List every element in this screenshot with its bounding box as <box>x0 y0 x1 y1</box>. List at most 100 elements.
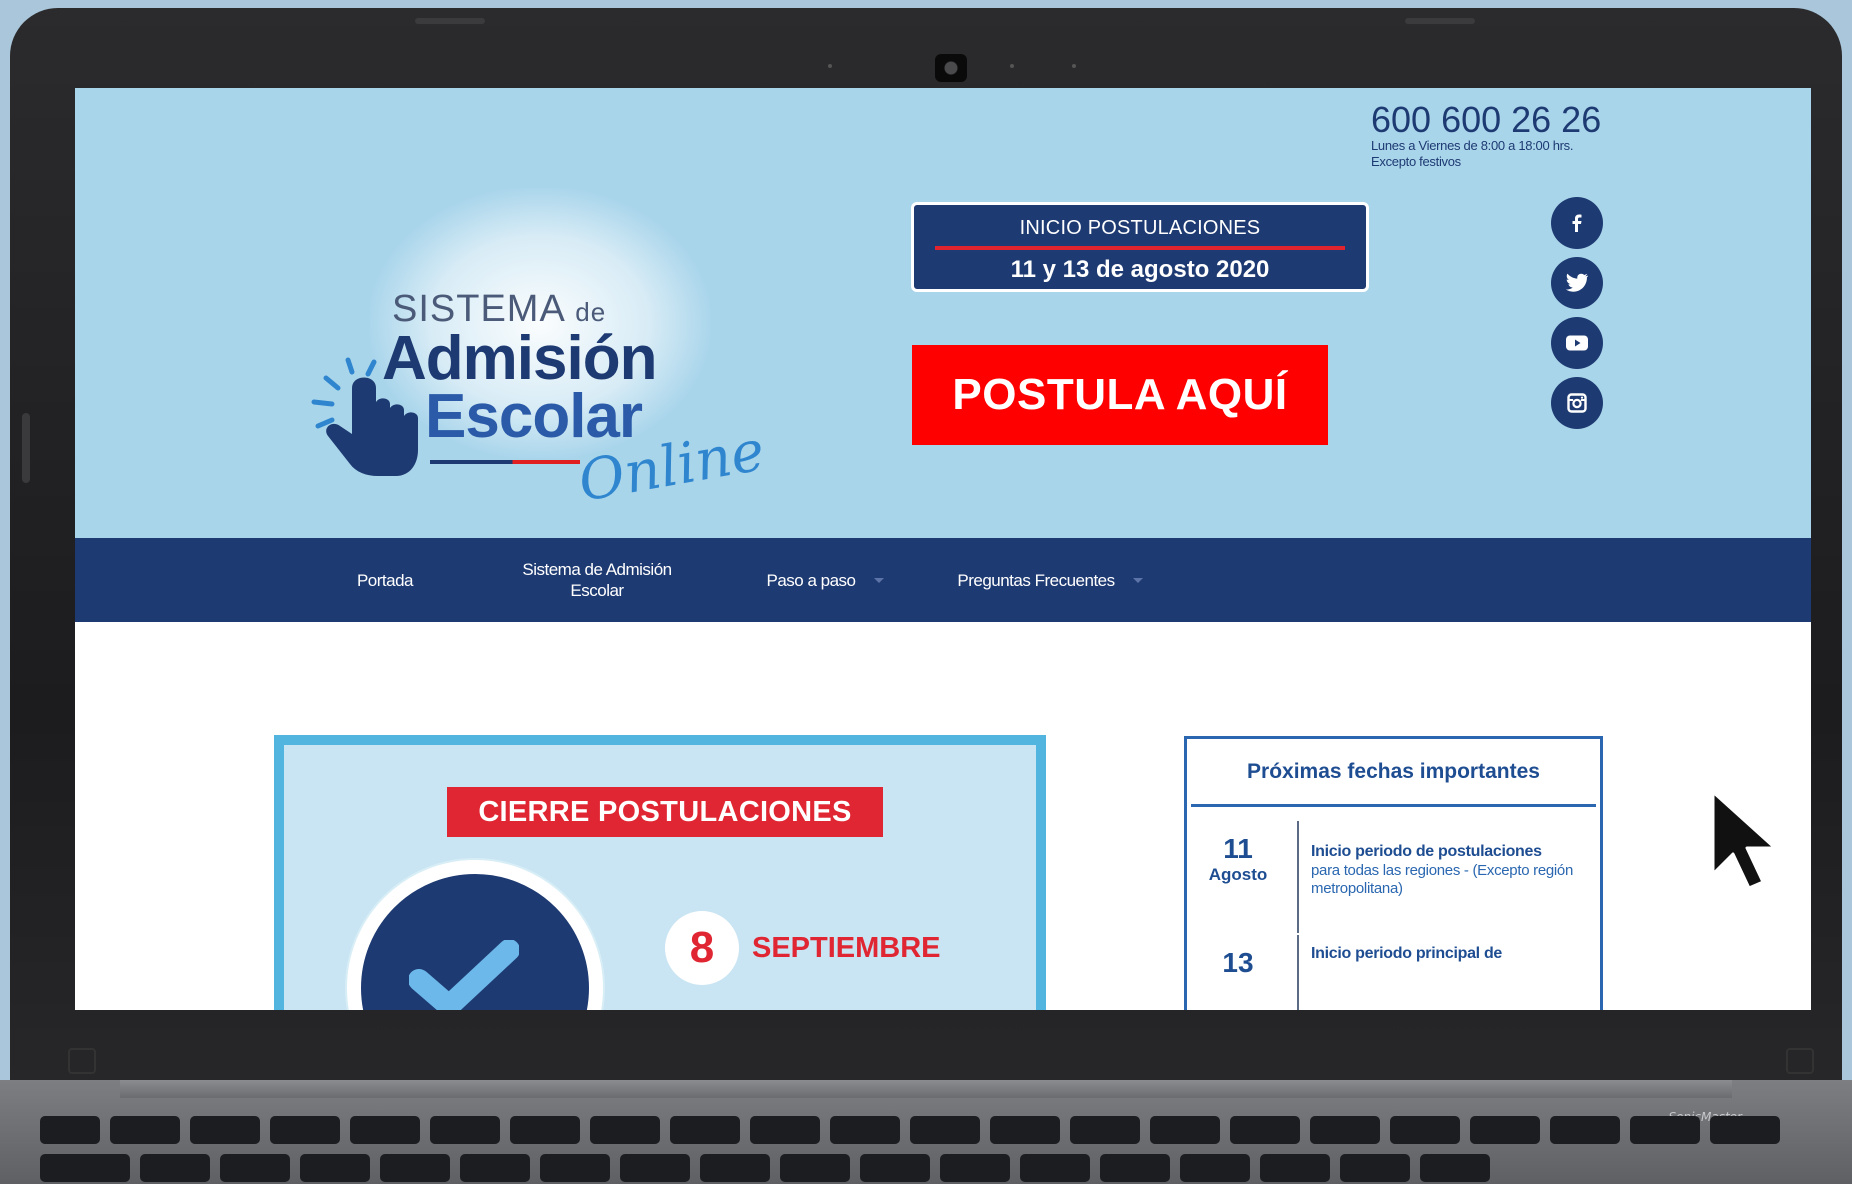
application-start-title: INICIO POSTULACIONES <box>1019 217 1261 239</box>
keyboard-key <box>1310 1116 1380 1144</box>
keyboard-key <box>1100 1154 1170 1182</box>
keyboard-key <box>700 1154 770 1182</box>
lid-bumper-right <box>1405 18 1475 24</box>
logo-escolar-text: Escolar <box>425 382 643 451</box>
youtube-icon[interactable] <box>1551 317 1603 369</box>
date-entry-divider <box>1297 821 1299 933</box>
date-entry-description: para todas las regiones - (Excepto regió… <box>1311 862 1574 897</box>
keyboard-key <box>1340 1154 1410 1182</box>
chevron-down-icon <box>1132 577 1143 583</box>
keyboard-key <box>40 1154 130 1182</box>
keyboard-key <box>1260 1154 1330 1182</box>
date-entry-divider <box>1297 935 1299 1010</box>
nav-item-portada[interactable]: Portada <box>325 538 445 622</box>
keyboard-key <box>830 1116 900 1144</box>
keyboard-key <box>190 1116 260 1144</box>
date-entry-month: Agosto <box>1208 865 1268 884</box>
keyboard-key <box>1180 1154 1250 1182</box>
keyboard-key <box>1390 1116 1460 1144</box>
nav-item-sistema-admision[interactable]: Sistema de Admisión Escolar <box>507 538 687 622</box>
keyboard-key <box>940 1154 1010 1182</box>
keyboard-key <box>140 1154 210 1182</box>
closing-applications-banner[interactable]: CIERRE POSTULACIONES 8 SEPTIEMBRE <box>274 735 1046 1010</box>
keyboard-key <box>750 1116 820 1144</box>
keyboard-key <box>220 1154 290 1182</box>
list-item[interactable]: 11 Agosto Inicio periodo de postulacione… <box>1187 807 1600 933</box>
keyboard-key <box>430 1116 500 1144</box>
keyboard-key <box>860 1154 930 1182</box>
nav-item-label: Portada <box>356 570 414 590</box>
chevron-down-icon <box>873 577 884 583</box>
site-logo[interactable]: SISTEMA de Admisión Escolar Online <box>300 178 780 515</box>
keyboard-key <box>380 1154 450 1182</box>
date-entry-heading: Inicio periodo principal de <box>1311 945 1503 962</box>
keyboard-key <box>110 1116 180 1144</box>
logo-underline <box>430 460 580 464</box>
banner-title: CIERRE POSTULACIONES <box>447 787 883 837</box>
banner-month: SEPTIEMBRE <box>752 932 941 964</box>
webcam-icon <box>935 54 967 82</box>
keyboard-key <box>1070 1116 1140 1144</box>
keyboard-key <box>780 1154 850 1182</box>
bezel-mark <box>1786 1048 1814 1074</box>
date-box-divider <box>935 246 1345 250</box>
banner-day: 8 <box>665 911 739 985</box>
application-start-dates: 11 y 13 de agosto 2020 <box>1010 256 1270 283</box>
instagram-icon[interactable] <box>1551 377 1603 429</box>
apply-here-button[interactable]: POSTULA AQUÍ <box>912 345 1328 445</box>
keyboard-key <box>270 1116 340 1144</box>
keyboard-key <box>1230 1116 1300 1144</box>
list-item[interactable]: 13 Inicio periodo principal de <box>1187 923 1600 1010</box>
keyboard-key <box>1470 1116 1540 1144</box>
keyboard-key <box>1630 1116 1700 1144</box>
nav-item-preguntas-frecuentes[interactable]: Preguntas Frecuentes <box>940 538 1160 622</box>
keyboard-key <box>510 1116 580 1144</box>
sensor-dot <box>1010 64 1014 68</box>
bezel-mark <box>68 1048 96 1074</box>
contact-phone: 600 600 26 26 Lunes a Viernes de 8:00 a … <box>1371 102 1601 170</box>
keyboard-key <box>540 1154 610 1182</box>
banner-body: CIERRE POSTULACIONES 8 SEPTIEMBRE <box>284 745 1036 1010</box>
pointing-hand-icon <box>311 357 418 476</box>
keyboard-key <box>350 1116 420 1144</box>
browser-viewport: 600 600 26 26 Lunes a Viernes de 8:00 a … <box>75 88 1811 1010</box>
facebook-icon[interactable] <box>1551 197 1603 249</box>
keyboard-key <box>1150 1116 1220 1144</box>
important-dates-panel: Próximas fechas importantes 11 Agosto In… <box>1184 736 1603 1010</box>
side-button <box>22 413 30 483</box>
site-header: 600 600 26 26 Lunes a Viernes de 8:00 a … <box>75 88 1811 538</box>
nav-item-label: Paso a paso <box>766 570 856 590</box>
keyboard <box>40 1116 1840 1184</box>
sensor-dot <box>828 64 832 68</box>
keyboard-key <box>40 1116 100 1144</box>
sensor-dot <box>1072 64 1076 68</box>
checkmark-icon <box>409 940 519 1010</box>
application-start-box: INICIO POSTULACIONES 11 y 13 de agosto 2… <box>911 202 1369 292</box>
keyboard-key <box>1550 1116 1620 1144</box>
mouse-pointer-icon <box>1711 790 1777 890</box>
phone-holiday-note: Excepto festivos <box>1371 154 1461 169</box>
date-entry-heading: Inicio periodo de postulaciones <box>1311 843 1542 860</box>
keyboard-key <box>1020 1154 1090 1182</box>
important-dates-title: Próximas fechas importantes <box>1191 739 1596 807</box>
nav-item-paso-a-paso[interactable]: Paso a paso <box>755 538 895 622</box>
nav-item-label: Sistema de Admisión Escolar <box>522 560 672 600</box>
keyboard-key <box>670 1116 740 1144</box>
keyboard-key <box>990 1116 1060 1144</box>
keyboard-key <box>460 1154 530 1182</box>
keyboard-hinge <box>120 1080 1732 1098</box>
nav-item-label: Preguntas Frecuentes <box>957 570 1115 590</box>
keyboard-key <box>590 1116 660 1144</box>
lid-bumper-left <box>415 18 485 24</box>
date-entry-day: 13 <box>1222 947 1254 978</box>
phone-hours: Lunes a Viernes de 8:00 a 18:00 hrs. <box>1371 138 1574 153</box>
keyboard-key <box>1710 1116 1780 1144</box>
keyboard-key <box>910 1116 980 1144</box>
keyboard-key <box>620 1154 690 1182</box>
phone-number[interactable]: 600 600 26 26 <box>1371 102 1601 138</box>
twitter-icon[interactable] <box>1551 257 1603 309</box>
date-entry-day: 11 <box>1223 833 1253 864</box>
main-navigation: Portada Sistema de Admisión Escolar Paso… <box>75 538 1811 622</box>
keyboard-key <box>300 1154 370 1182</box>
social-links <box>1551 197 1603 429</box>
